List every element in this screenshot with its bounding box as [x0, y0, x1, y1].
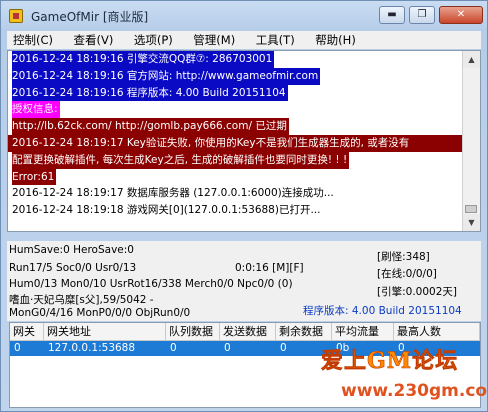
- log-line: 2016-12-24 18:19:16 官方网站: http://www.gam…: [8, 67, 464, 85]
- scroll-thumb[interactable]: [465, 205, 477, 213]
- menu-control[interactable]: 控制(C): [7, 31, 59, 49]
- window-title: GameOfMir [商业版]: [31, 10, 149, 24]
- col-gateway-address[interactable]: 网关地址: [44, 323, 166, 341]
- cell-sent: 0: [224, 342, 231, 354]
- menu-options[interactable]: 选项(P): [128, 31, 179, 49]
- col-sent-data[interactable]: 发送数据: [220, 323, 276, 341]
- menu-help[interactable]: 帮助(H): [309, 31, 362, 49]
- restore-button[interactable]: ❐: [409, 6, 435, 24]
- cell-remaining: 0: [280, 342, 287, 354]
- status-save: HumSave:0 HeroSave:0: [9, 244, 134, 256]
- minimize-button[interactable]: ▬: [379, 6, 405, 24]
- log-line: 2016-12-24 18:19:16 引擎交流QQ群⑦: 286703001: [8, 51, 464, 68]
- log-line: 授权信息:: [8, 101, 464, 119]
- status-monsters: MonG0/4/16 MonP0/0/0 ObjRun0/0: [9, 307, 191, 319]
- scroll-down-icon[interactable]: ▼: [463, 214, 480, 231]
- status-panel: HumSave:0 HeroSave:0 Run17/5 Soc0/0 Usr0…: [7, 241, 481, 321]
- online-count: [在线:0/0/0]: [377, 268, 437, 280]
- app-icon: [9, 9, 23, 23]
- menu-tools[interactable]: 工具(T): [250, 31, 301, 49]
- menu-bar: 控制(C) 查看(V) 选项(P) 管理(M) 工具(T) 帮助(H): [7, 31, 481, 49]
- log-line: 2016-12-24 18:19:17 Key验证失败, 你使用的Key不是我们…: [8, 134, 464, 152]
- log-line: 2016-12-24 18:19:16 程序版本: 4.00 Build 201…: [8, 84, 464, 102]
- log-line: http://lb.62ck.com/ http://gomlb.pay666.…: [8, 118, 464, 135]
- log-line: 2016-12-24 18:19:18 游戏网关[0](127.0.0.1:53…: [12, 204, 321, 217]
- watermark-title: 爱上GM论坛: [321, 348, 459, 375]
- log-line: 2016-12-24 18:19:17 数据库服务器 (127.0.0.1:60…: [12, 187, 334, 200]
- col-max-users[interactable]: 最高人数: [394, 323, 480, 341]
- status-counts: Hum0/13 Mon0/10 UsrRot16/338 Merch0/0 Np…: [9, 278, 293, 290]
- title-bar[interactable]: GameOfMir [商业版] ▬ ❐ ✕: [1, 1, 487, 31]
- col-remaining-data[interactable]: 剩余数据: [276, 323, 332, 341]
- status-run: Run17/5 Soc0/0 Usr0/13: [9, 262, 137, 274]
- main-window: GameOfMir [商业版] ▬ ❐ ✕ 控制(C) 查看(V) 选项(P) …: [0, 0, 488, 412]
- refresh-count: [刷怪:348]: [377, 251, 430, 263]
- log-panel[interactable]: 2016-12-24 18:19:16 引擎交流QQ群⑦: 286703001 …: [7, 50, 481, 232]
- watermark-logo: 爱上GM论坛 www.230gm.com: [301, 341, 488, 407]
- col-avg-traffic[interactable]: 平均流量: [332, 323, 394, 341]
- log-scrollbar[interactable]: ▲ ▼: [462, 51, 480, 231]
- engine-uptime: [引擎:0.0002天]: [377, 286, 457, 298]
- col-gateway[interactable]: 网关: [10, 323, 44, 341]
- watermark-url: www.230gm.com: [341, 381, 488, 401]
- close-button[interactable]: ✕: [439, 6, 483, 24]
- log-line: Error:61: [8, 168, 464, 186]
- status-map: 嗜血·天妃乌糜[s父],59/5042 -: [9, 294, 154, 306]
- col-queue-data[interactable]: 队列数据: [166, 323, 220, 341]
- scroll-up-icon[interactable]: ▲: [463, 51, 480, 68]
- cell-gateway: 0: [14, 342, 21, 354]
- program-version: 程序版本: 4.00 Build 20151104: [303, 305, 462, 317]
- menu-view[interactable]: 查看(V): [68, 31, 120, 49]
- cell-queue: 0: [170, 342, 177, 354]
- log-line: 配置更换破解插件, 每次生成Key之后, 生成的破解插件也要同时更换! ! !: [8, 151, 464, 169]
- menu-manage[interactable]: 管理(M): [187, 31, 241, 49]
- cell-address: 127.0.0.1:53688: [48, 342, 136, 354]
- status-time: 0:0:16 [M][F]: [235, 262, 304, 274]
